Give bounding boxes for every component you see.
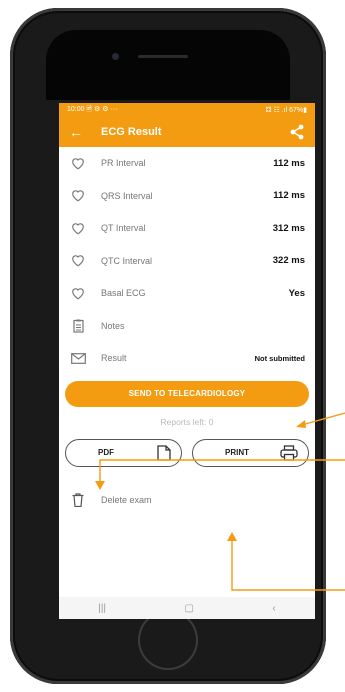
result-row-pr: PR Interval 112 ms [69,147,305,180]
print-button-label: PRINT [225,448,249,457]
row-value: 312 ms [272,222,305,234]
row-value: Not submitted [254,353,305,363]
result-row-qt: QT Interval 312 ms [69,212,305,245]
row-value: 112 ms [273,190,305,202]
phone-frame: 10:00 🖻 ⚙ ⚙ ··· ⚃ ☷ .ıl 67%▮ ← ECG Resul… [10,8,326,684]
heart-icon [69,155,87,171]
home-nav-icon[interactable]: ▢ [185,603,194,614]
row-value: Yes [288,287,305,299]
heart-icon [69,253,87,269]
file-actions: PDF PRINT [59,438,315,467]
result-list: PR Interval 112 ms QRS Interval 112 ms Q… [59,147,315,375]
heart-icon [69,285,87,301]
row-label: QRS Interval [101,190,153,201]
recent-apps-icon[interactable]: ||| [98,603,106,614]
row-label: PR Interval [101,158,146,169]
notes-icon [69,318,87,334]
envelope-icon [69,350,87,366]
row-label: QTC Interval [101,255,153,266]
row-label: QT Interval [101,223,146,234]
front-camera [112,53,119,60]
document-icon [157,444,171,461]
result-row-basal: Basal ECG Yes [69,277,305,310]
trash-icon [69,492,87,508]
page-title: ECG Result [101,126,162,138]
send-to-telecardiology-button[interactable]: SEND TO TELECARDIOLOGY [65,380,309,407]
row-label: Notes [101,320,125,331]
home-button[interactable] [138,610,198,670]
status-system-icons: ⚃ ☷ .ıl 67%▮ [265,107,307,114]
result-row-result: Result Not submitted [69,342,305,375]
status-bar: 10:00 🖻 ⚙ ⚙ ··· ⚃ ☷ .ıl 67%▮ [59,103,315,117]
status-time: 10:00 [67,105,85,113]
result-row-qtc: QTC Interval 322 ms [69,245,305,278]
heart-icon [69,220,87,236]
share-icon[interactable] [289,124,305,140]
back-arrow-icon[interactable]: ← [69,124,91,140]
reports-left-text: Reports left: 0 [160,416,214,427]
app-screen: 10:00 🖻 ⚙ ⚙ ··· ⚃ ☷ .ıl 67%▮ ← ECG Resul… [59,103,315,619]
row-label: Result [101,353,127,364]
delete-exam-row[interactable]: Delete exam [59,489,315,511]
printer-icon [280,444,298,461]
result-row-notes[interactable]: Notes [69,310,305,343]
app-bar: ← ECG Result [59,117,315,147]
row-label: Basal ECG [101,288,146,299]
earpiece-speaker [138,55,188,58]
pdf-button-label: PDF [98,448,114,457]
phone-bezel [46,30,290,100]
delete-exam-label: Delete exam [101,494,152,505]
row-value: 112 ms [273,157,305,169]
heart-icon [69,188,87,204]
pdf-button[interactable]: PDF [65,438,182,467]
result-row-qrs: QRS Interval 112 ms [69,180,305,213]
row-value: 322 ms [272,255,305,267]
android-nav-bar: ||| ▢ ‹ [59,597,315,619]
print-button[interactable]: PRINT [192,438,309,467]
status-notification-icons: 🖻 ⚙ ⚙ ··· [86,105,118,113]
back-nav-icon[interactable]: ‹ [272,603,275,614]
